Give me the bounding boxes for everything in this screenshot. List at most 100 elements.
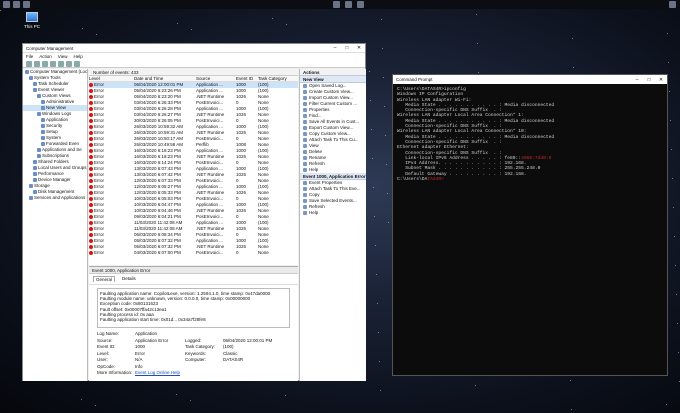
tab-details[interactable]: Details — [120, 276, 138, 282]
column-header[interactable]: Event ID — [236, 76, 258, 81]
menu-bar: File Action View Help — [23, 53, 365, 60]
column-header[interactable]: Level — [89, 76, 134, 81]
minimize-icon[interactable]: – — [329, 45, 341, 51]
field-text: Application Error — [135, 337, 169, 343]
field-text: 06/04/2020 12:00:01 PM — [223, 337, 273, 343]
maximize-icon[interactable]: □ — [341, 45, 353, 51]
field-text — [185, 364, 223, 370]
menu-item[interactable]: View — [58, 54, 68, 59]
field-text: Info — [135, 363, 143, 369]
properties-icon[interactable] — [58, 60, 64, 67]
cell-text: PosEInvoici... — [196, 250, 224, 255]
event-detail-pane: Event 1000, Application Error General De… — [89, 266, 298, 381]
minimize-icon[interactable]: – — [631, 77, 643, 83]
cmd-title-bar[interactable]: Command Prompt – □ ✕ — [393, 75, 667, 84]
star — [677, 323, 678, 324]
online-help-link[interactable]: Event Log Online Help — [135, 370, 273, 376]
field-text: DATAS4R — [223, 357, 244, 362]
field-text: 1000 — [135, 344, 146, 349]
actions-section-new-view[interactable]: New View — [300, 76, 366, 83]
field-text: N/A — [135, 357, 143, 362]
event-message[interactable]: Faulting application name: CopilotLexe, … — [97, 288, 290, 328]
field-text — [223, 331, 273, 337]
expand-icon[interactable] — [357, 1, 364, 8]
error-icon — [89, 83, 93, 87]
error-icon — [89, 245, 93, 249]
pin-icon[interactable] — [23, 1, 30, 8]
error-icon — [89, 239, 93, 243]
desktop-icon-this-pc[interactable]: This PC — [20, 12, 44, 29]
cmd-text: Wireless LAN adapter Wi-Fi: — [397, 97, 472, 103]
folder-icon — [33, 88, 37, 92]
star — [475, 385, 476, 386]
forward-icon[interactable] — [34, 60, 40, 67]
help-icon[interactable] — [66, 60, 72, 67]
star — [676, 294, 677, 295]
error-icon — [89, 167, 93, 171]
tab-general[interactable]: General — [93, 276, 116, 282]
error-icon — [89, 227, 93, 231]
cmd-title: Command Prompt — [396, 77, 433, 82]
error-icon — [89, 131, 93, 135]
view-icon[interactable] — [74, 60, 80, 67]
column-header[interactable]: Task Category — [258, 76, 298, 81]
star — [477, 43, 478, 44]
action-item[interactable]: Help — [300, 210, 366, 216]
star — [96, 34, 97, 35]
star — [176, 394, 177, 395]
cmd-output[interactable]: C:\Users\DATAS4R>ipconfig Windows IP Conf… — [393, 84, 667, 185]
error-icon — [89, 89, 93, 93]
star — [81, 399, 82, 400]
star — [384, 106, 385, 107]
folder-icon — [41, 100, 45, 104]
title-bar[interactable]: Computer Management – □ ✕ — [23, 44, 365, 53]
folder-icon — [33, 82, 37, 86]
menu-item[interactable]: File — [26, 54, 33, 59]
menu-item[interactable]: Action — [39, 54, 52, 59]
error-icon — [89, 95, 93, 99]
folder-icon — [29, 184, 33, 188]
settings-icon[interactable] — [669, 1, 676, 8]
table-cell: 0 — [236, 250, 258, 256]
grid-icon[interactable] — [333, 1, 340, 8]
folder-icon — [29, 196, 33, 200]
close-icon[interactable]: ✕ — [353, 45, 365, 51]
toolbar — [23, 60, 365, 68]
folder-icon — [33, 178, 37, 182]
error-icon — [89, 113, 93, 117]
maximize-icon[interactable]: □ — [643, 77, 655, 83]
field-text: User: — [97, 357, 108, 362]
star — [673, 207, 674, 208]
up-icon[interactable] — [42, 60, 48, 67]
event-grid: Number of events: 433 Level Date and Time… — [89, 69, 298, 265]
window-icon[interactable] — [13, 1, 20, 8]
command-prompt-window: Command Prompt – □ ✕ C:\Users\DATAS4R>ip… — [392, 74, 668, 376]
back-icon[interactable] — [26, 60, 32, 67]
error-icon — [89, 161, 93, 165]
star — [191, 29, 192, 30]
folder-icon — [41, 130, 45, 134]
monitor-icon[interactable] — [3, 1, 10, 8]
star — [388, 222, 389, 223]
table-row[interactable]: Error 04/03/2020 6:07:00 PM PosEInvoici...… — [89, 250, 298, 256]
column-header[interactable]: Date and Time — [134, 76, 196, 81]
fullscreen-icon[interactable] — [345, 1, 352, 8]
error-icon — [89, 209, 93, 213]
star — [666, 404, 667, 405]
star — [381, 19, 382, 20]
star — [675, 265, 676, 266]
cell-text: 04/03/2020 6:07:00 PM — [134, 250, 181, 255]
show-tree-icon[interactable] — [50, 60, 56, 67]
column-header[interactable]: Source — [196, 76, 236, 81]
actions-title: Actions — [300, 69, 366, 76]
error-icon — [89, 125, 93, 129]
field-text: OpCode: — [97, 363, 116, 369]
table-cell: None — [258, 250, 298, 256]
menu-item[interactable]: Help — [73, 54, 82, 59]
action-item[interactable]: Help — [300, 167, 366, 173]
close-icon[interactable]: ✕ — [655, 77, 667, 83]
star — [387, 193, 388, 194]
actions-section-event[interactable]: Event 1000, Application Error — [300, 173, 366, 180]
tree-node[interactable]: Services and Applications — [23, 195, 87, 201]
table-cell: Error — [89, 250, 134, 256]
